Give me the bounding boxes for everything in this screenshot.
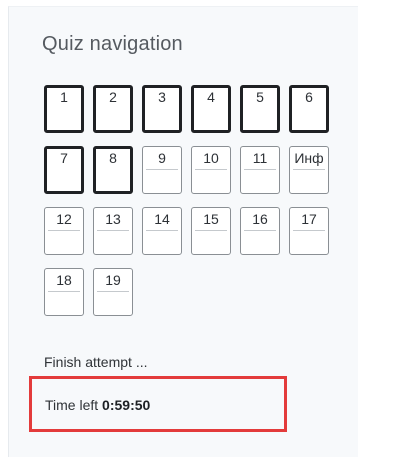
question-number: 10 <box>192 149 230 170</box>
question-number: 4 <box>207 89 215 105</box>
time-left: Time left 0:59:50 <box>45 397 150 413</box>
question-button-14[interactable]: 13 <box>93 207 133 255</box>
question-button-17[interactable]: 16 <box>240 207 280 255</box>
question-number: 6 <box>305 89 313 105</box>
question-number: 8 <box>109 150 117 166</box>
question-number: 7 <box>60 150 68 166</box>
finish-attempt-link[interactable]: Finish attempt ... <box>44 354 147 370</box>
question-button-10[interactable]: 10 <box>191 146 231 194</box>
question-button-9[interactable]: 9 <box>142 146 182 194</box>
question-number: 11 <box>241 149 279 170</box>
question-number: 3 <box>158 89 166 105</box>
question-number: 16 <box>241 210 279 231</box>
question-number: 19 <box>94 271 132 292</box>
timer-highlight-box: Time left 0:59:50 <box>29 376 287 432</box>
question-number: 9 <box>143 149 181 170</box>
question-button-2[interactable]: 2 <box>93 85 133 133</box>
question-button-12[interactable]: Инф <box>289 146 329 194</box>
question-number: 5 <box>256 89 264 105</box>
question-button-3[interactable]: 3 <box>142 85 182 133</box>
time-left-label: Time left <box>45 397 99 413</box>
question-number: 15 <box>192 210 230 231</box>
question-number: 1 <box>60 89 68 105</box>
question-button-5[interactable]: 5 <box>240 85 280 133</box>
question-button-6[interactable]: 6 <box>289 85 329 133</box>
time-left-value: 0:59:50 <box>102 397 151 413</box>
question-button-7[interactable]: 7 <box>44 146 84 194</box>
quiz-navigation-title: Quiz navigation <box>42 33 183 55</box>
page-edge <box>358 0 395 464</box>
question-button-11[interactable]: 11 <box>240 146 280 194</box>
question-button-8[interactable]: 8 <box>93 146 133 194</box>
question-button-1[interactable]: 1 <box>44 85 84 133</box>
question-button-20[interactable]: 19 <box>93 268 133 316</box>
question-button-16[interactable]: 15 <box>191 207 231 255</box>
question-number: 17 <box>290 210 328 231</box>
question-number: 2 <box>109 89 117 105</box>
question-number: 18 <box>45 271 83 292</box>
question-number: 12 <box>45 210 83 231</box>
question-button-15[interactable]: 14 <box>142 207 182 255</box>
question-button-18[interactable]: 17 <box>289 207 329 255</box>
question-button-13[interactable]: 12 <box>44 207 84 255</box>
question-button-4[interactable]: 4 <box>191 85 231 133</box>
question-number: Инф <box>290 149 328 170</box>
question-number: 13 <box>94 210 132 231</box>
question-number: 14 <box>143 210 181 231</box>
question-button-19[interactable]: 18 <box>44 268 84 316</box>
